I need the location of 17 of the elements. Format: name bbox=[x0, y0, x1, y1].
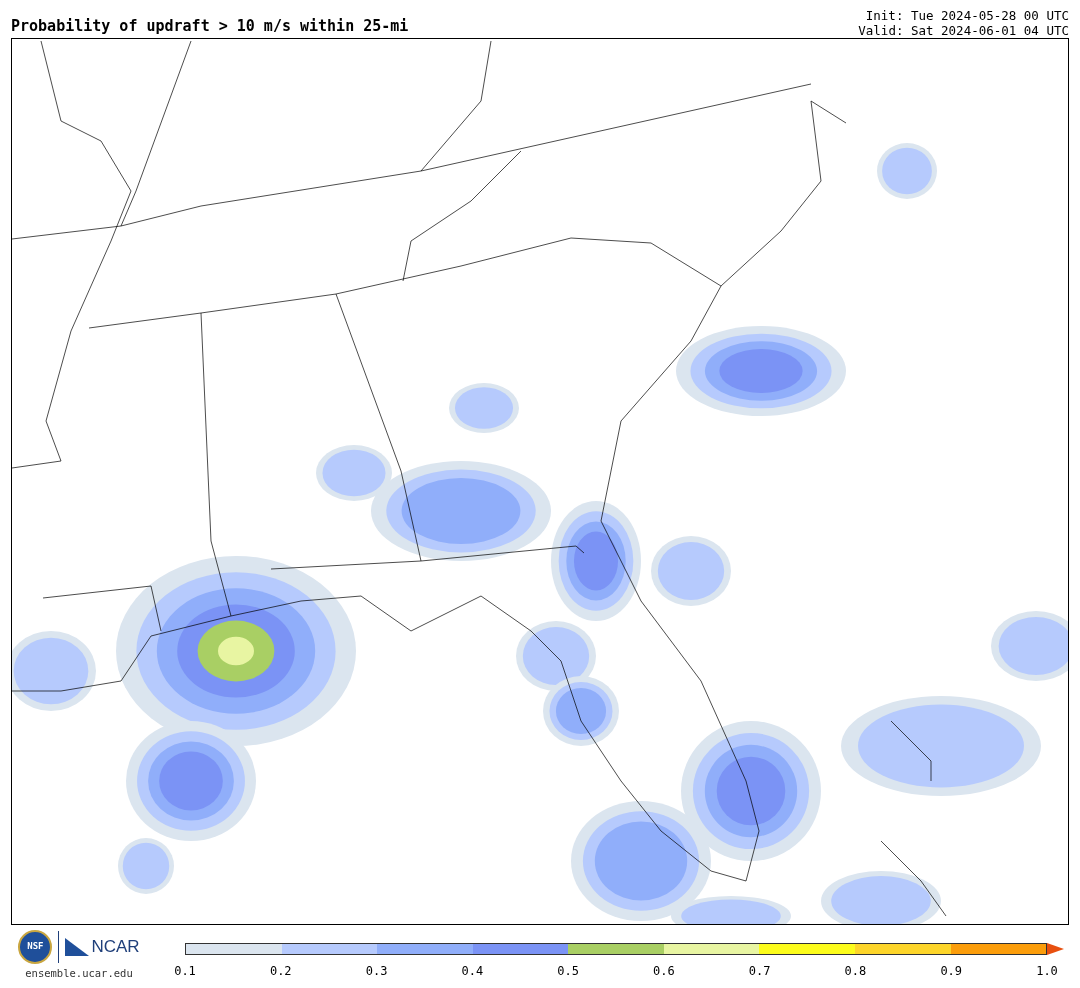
colorbar-tick-label: 1.0 bbox=[1036, 963, 1058, 980]
colorbar-tick-label: 0.7 bbox=[748, 963, 771, 980]
ncar-logo-icon bbox=[65, 938, 90, 956]
colorbar-tick-label: 0.6 bbox=[653, 963, 675, 980]
chart-title: Probability of updraft > 10 m/s within 25-mi bbox=[11, 19, 409, 34]
colorbar-tick-label: 0.9 bbox=[940, 963, 963, 980]
colorbar-tick-label: 0.3 bbox=[365, 963, 388, 980]
colorbar-tick-label: 0.4 bbox=[461, 963, 484, 980]
colorbar-tick-label: 0.8 bbox=[844, 963, 867, 980]
site-url: ensemble.ucar.edu bbox=[25, 966, 133, 981]
nsf-logo: NSF bbox=[18, 930, 53, 964]
ncar-logo: NCAR bbox=[91, 936, 140, 959]
valid-time: Valid: Sat 2024-06-01 04 UTC bbox=[858, 23, 1069, 38]
init-time: Init: Tue 2024-05-28 00 UTC bbox=[865, 8, 1069, 23]
colorbar-tick-label: 0.2 bbox=[269, 963, 292, 980]
colorbar-tick-label: 0.1 bbox=[174, 963, 196, 980]
colorbar-tick-label: 0.5 bbox=[557, 963, 579, 980]
